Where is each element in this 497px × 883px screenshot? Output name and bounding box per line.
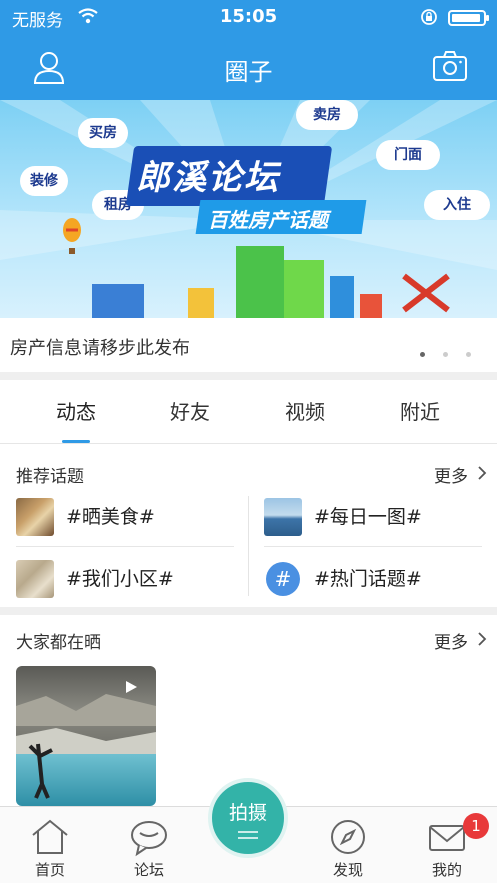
- camera-icon[interactable]: [432, 50, 468, 82]
- nav-bar: 圈子: [0, 34, 497, 100]
- banner-title: 郎溪论坛: [136, 158, 280, 198]
- chevron-right-icon[interactable]: [476, 466, 488, 480]
- tabbar-label: 发现: [332, 861, 363, 879]
- banner-caption: 房产信息请移步此发布: [10, 338, 190, 359]
- chevron-right-icon[interactable]: [476, 632, 488, 646]
- sea-photo-thumb: [264, 498, 302, 536]
- divider: [248, 496, 249, 596]
- tab-nearby[interactable]: 附近: [358, 380, 482, 444]
- tag-cloud: 入住: [424, 190, 490, 220]
- building: [188, 288, 214, 318]
- carousel-dot[interactable]: [466, 352, 471, 357]
- rotation-lock-icon: [421, 9, 437, 25]
- topic-label: #晒美食#: [66, 506, 155, 528]
- tabbar-label: 我的: [431, 861, 462, 879]
- section-title: 推荐话题: [16, 467, 84, 487]
- carousel-dots: [420, 342, 489, 361]
- more-link[interactable]: 更多: [434, 628, 468, 653]
- active-tab-indicator: [62, 440, 90, 443]
- svg-text:#: #: [275, 567, 292, 591]
- carousel-dot[interactable]: [420, 352, 425, 357]
- tabbar-discover[interactable]: 发现: [298, 807, 398, 883]
- recommended-topics-header: 推荐话题 更多: [0, 448, 497, 494]
- banner-carousel[interactable]: 买房 卖房 门面 装修 租房 入住 郎溪论坛 百姓房产话题: [0, 100, 497, 318]
- tag-cloud: 卖房: [296, 100, 358, 130]
- hot-air-balloon-icon: [63, 218, 81, 254]
- tab-friends[interactable]: 好友: [128, 380, 252, 444]
- notification-badge: 1: [463, 813, 489, 839]
- community-photo-thumb: [16, 560, 54, 598]
- building: [92, 284, 144, 318]
- carousel-dot[interactable]: [443, 352, 448, 357]
- chat-bubble-icon: [131, 821, 167, 857]
- more-link[interactable]: 更多: [434, 462, 468, 487]
- shoot-button-label: 拍摄: [228, 802, 267, 824]
- topic-item[interactable]: #我们小区#: [16, 552, 236, 604]
- tabbar-label: 论坛: [133, 861, 164, 879]
- tab-video[interactable]: 视频: [243, 380, 367, 444]
- banner-subtitle: 百姓房产话题: [208, 208, 328, 232]
- status-bar: 无服务 15:05: [0, 0, 497, 34]
- building: [360, 294, 382, 318]
- windmill-icon: [402, 273, 450, 313]
- top-header: 无服务 15:05 圈子: [0, 0, 497, 100]
- topic-label: #每日一图#: [314, 506, 422, 528]
- tabbar-forum[interactable]: 论坛: [99, 807, 199, 883]
- topic-label: #热门话题#: [314, 568, 422, 590]
- section-divider: [0, 372, 497, 380]
- tabbar-label: 首页: [34, 861, 65, 879]
- topic-label: #我们小区#: [66, 568, 174, 590]
- page-title: 圈子: [224, 58, 273, 86]
- banner-caption-bar[interactable]: 房产信息请移步此发布: [0, 318, 497, 372]
- building: [330, 276, 354, 318]
- topic-item[interactable]: # #热门话题#: [264, 552, 484, 604]
- battery-fill: [452, 14, 480, 22]
- divider: [264, 546, 482, 547]
- video-play-icon: [126, 681, 137, 693]
- divider: [16, 546, 234, 547]
- tabbar-home[interactable]: 首页: [0, 807, 100, 883]
- feed-tabs: 动态 好友 视频 附近: [0, 380, 497, 444]
- building: [284, 260, 324, 318]
- menu-lines-icon: [238, 831, 258, 839]
- tag-cloud: 装修: [20, 166, 68, 196]
- tag-cloud: 门面: [376, 140, 440, 170]
- tag-cloud: 买房: [78, 118, 128, 148]
- topic-item[interactable]: #每日一图#: [264, 490, 484, 542]
- hash-icon: #: [266, 562, 300, 596]
- section-title: 大家都在晒: [16, 633, 101, 653]
- food-photo-thumb: [16, 498, 54, 536]
- shoot-button[interactable]: 拍摄: [208, 778, 288, 858]
- app-screen: 无服务 15:05 圈子 买房 卖房 门面 装修 租房 入住 郎溪论坛 百姓房产…: [0, 0, 497, 883]
- home-icon: [32, 819, 68, 854]
- battery-icon: [448, 10, 489, 26]
- building: [236, 246, 284, 318]
- topic-item[interactable]: #晒美食#: [16, 490, 236, 542]
- tab-dongtai[interactable]: 动态: [14, 380, 138, 444]
- compass-icon: [331, 820, 365, 854]
- mail-icon: [429, 825, 465, 851]
- everyone-sharing-header: 大家都在晒 更多: [0, 614, 497, 660]
